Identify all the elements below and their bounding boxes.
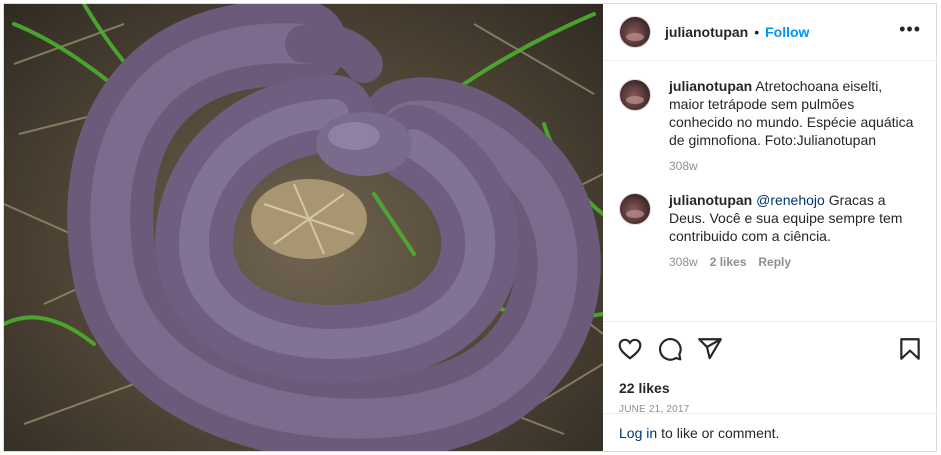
reply-button[interactable]: Reply xyxy=(758,255,791,269)
comment-text: julianotupan @renehojo Gracas a Deus. Vo… xyxy=(669,191,921,245)
login-prompt: Log in to like or comment. xyxy=(603,413,937,451)
comment-text: julianotupan Atretochoana eiselti, maior… xyxy=(669,77,921,149)
comment-username[interactable]: julianotupan xyxy=(669,192,752,208)
header-separator: • xyxy=(754,24,760,40)
post-photo[interactable] xyxy=(4,4,603,451)
comment-meta: 308w xyxy=(669,159,921,173)
login-prompt-text: to like or comment. xyxy=(661,424,780,441)
likes-count[interactable]: 22 likes xyxy=(603,380,937,396)
comment-icon[interactable] xyxy=(657,336,683,362)
share-icon[interactable] xyxy=(697,336,723,362)
comment-mention[interactable]: @renehojo xyxy=(756,192,825,208)
comment-meta: 308w 2 likes Reply xyxy=(669,255,921,269)
post-header: julianotupan • Follow ••• xyxy=(603,4,937,61)
header-username[interactable]: julianotupan xyxy=(665,24,748,40)
comment-time[interactable]: 308w xyxy=(669,159,698,173)
action-bar xyxy=(603,322,937,376)
follow-button[interactable]: Follow xyxy=(765,24,809,40)
post-container: julianotupan • Follow ••• julianotupan A… xyxy=(3,3,937,452)
comment-username[interactable]: julianotupan xyxy=(669,78,752,94)
reply-comment: julianotupan @renehojo Gracas a Deus. Vo… xyxy=(619,191,921,269)
bookmark-icon[interactable] xyxy=(897,336,923,362)
avatar[interactable] xyxy=(619,79,651,111)
comment-time[interactable]: 308w xyxy=(669,255,698,269)
more-options-icon[interactable]: ••• xyxy=(899,20,921,44)
heart-icon[interactable] xyxy=(617,336,643,362)
caecilian-illustration xyxy=(4,4,603,451)
comment-likes[interactable]: 2 likes xyxy=(710,255,747,269)
caption-comment: julianotupan Atretochoana eiselti, maior… xyxy=(619,77,921,173)
post-side-panel: julianotupan • Follow ••• julianotupan A… xyxy=(603,4,937,451)
post-actions-section: 22 likes JUNE 21, 2017 xyxy=(603,321,937,415)
avatar[interactable] xyxy=(619,16,651,48)
login-link[interactable]: Log in xyxy=(619,425,657,441)
avatar[interactable] xyxy=(619,193,651,225)
